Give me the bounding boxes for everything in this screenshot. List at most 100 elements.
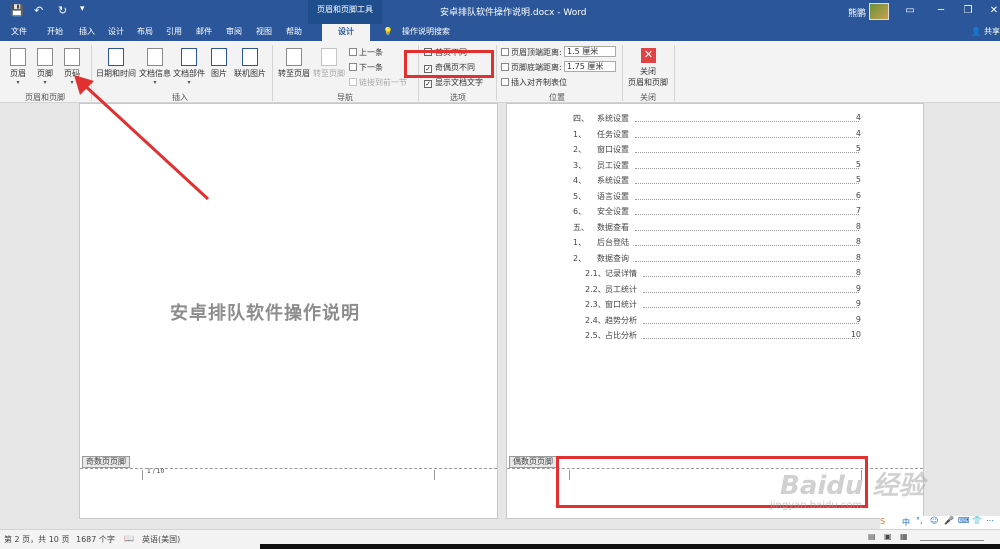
tab-home[interactable]: 开始: [38, 24, 72, 41]
calendar-icon: [108, 48, 124, 66]
settings-grid-icon[interactable]: ⋯: [986, 516, 994, 525]
toc-entry[interactable]: 5、 语言设置 6: [507, 191, 925, 206]
close-header-footer-button[interactable]: 关闭 页眉和页脚: [625, 66, 671, 88]
toc-entry[interactable]: 6、 安全设置 7: [507, 206, 925, 221]
toc-entry[interactable]: 1、 后台登陆 8: [507, 237, 925, 252]
odd-footer-tag: 奇数页页脚: [82, 456, 130, 468]
web-layout-icon[interactable]: ▦: [900, 532, 908, 541]
close-icon[interactable]: ✕: [986, 3, 1000, 19]
tab-review[interactable]: 审阅: [220, 24, 248, 41]
save-icon[interactable]: 💾: [10, 4, 24, 17]
footer-button[interactable]: 页脚 ▾: [33, 48, 57, 86]
toc-entry[interactable]: 2、 窗口设置 5: [507, 144, 925, 159]
toc-title: 数据查看: [597, 222, 629, 232]
footer-bottom-distance-input[interactable]: 1.75 厘米: [564, 61, 616, 72]
toc-title: 员工设置: [597, 160, 629, 170]
show-document-text-checkbox[interactable]: ✓ 显示文档文字: [424, 77, 483, 88]
tab-insert[interactable]: 插入: [72, 24, 102, 41]
read-mode-icon[interactable]: ▤: [868, 532, 876, 541]
group-label-options: 选项: [450, 93, 466, 102]
toc-entry[interactable]: 2.5、 占比分析 10: [507, 330, 925, 345]
restore-icon[interactable]: ❐: [960, 3, 976, 19]
tab-references[interactable]: 引用: [160, 24, 188, 41]
group-label-position: 位置: [549, 93, 565, 102]
goto-footer-button[interactable]: 转至页脚: [311, 48, 347, 79]
toc-title: 安全设置: [597, 207, 629, 216]
avatar[interactable]: [869, 3, 889, 20]
undo-icon[interactable]: ↶: [34, 4, 43, 17]
tab-file[interactable]: 文件: [2, 24, 36, 41]
toc-title: 数据查询: [597, 253, 629, 263]
tab-view[interactable]: 视图: [250, 24, 278, 41]
toc-entry[interactable]: 2.3、 窗口统计 9: [507, 299, 925, 314]
toc-entry[interactable]: 1、 任务设置 4: [507, 129, 925, 144]
online-picture-button[interactable]: 联机图片: [232, 48, 268, 79]
toc-page-number: 4: [855, 128, 861, 138]
page-number-icon: [64, 48, 80, 66]
toc-entry[interactable]: 五、 数据查看 8: [507, 222, 925, 237]
toc-page-number: 9: [855, 299, 861, 308]
redo-icon[interactable]: ↻: [58, 4, 67, 17]
ime-mode[interactable]: 中: [902, 517, 910, 528]
toc-entry[interactable]: 2、 数据查询 8: [507, 253, 925, 268]
goto-header-button[interactable]: 转至页眉: [276, 48, 312, 79]
toc-entry[interactable]: 四、 系统设置 4: [507, 113, 925, 128]
tab-mailings[interactable]: 邮件: [190, 24, 218, 41]
toc-entry[interactable]: 4、 系统设置 5: [507, 175, 925, 190]
toc-page-number: 5: [855, 144, 861, 153]
toc-entry[interactable]: 2.2、 员工统计 9: [507, 284, 925, 299]
next-button[interactable]: 下一条: [349, 62, 383, 73]
divider: [622, 45, 623, 101]
emoji-icon[interactable]: ☺: [930, 516, 938, 525]
language-indicator[interactable]: 英语(美国): [142, 534, 180, 545]
link-previous-button[interactable]: 链接到前一节: [349, 77, 407, 88]
close-x-icon[interactable]: ✕: [641, 48, 656, 63]
ribbon-display-icon[interactable]: ▭: [902, 3, 918, 19]
header-button[interactable]: 页眉 ▾: [6, 48, 30, 86]
customize-icon[interactable]: ▾: [80, 4, 85, 14]
tab-help[interactable]: 帮助: [280, 24, 308, 41]
toc-number: 4、: [573, 176, 587, 185]
divider: [496, 45, 497, 101]
toc-page-number: 9: [855, 314, 861, 324]
toc-leader: [643, 338, 859, 339]
document-title: 安卓排队软件操作说明.docx - Word: [440, 8, 587, 18]
toc-page-number: 5: [855, 159, 861, 169]
microphone-icon[interactable]: 🎤: [944, 516, 954, 525]
toc-number: 四、: [573, 114, 589, 123]
tab-design[interactable]: 设计: [102, 24, 130, 41]
page-count[interactable]: 第 2 页，共 10 页: [4, 534, 69, 545]
zoom-slider[interactable]: [920, 540, 984, 541]
toc-number: 1、: [573, 129, 587, 139]
proofing-icon[interactable]: 📖: [124, 534, 134, 543]
arrow-shaft: [80, 81, 210, 201]
minimize-icon[interactable]: ─: [933, 3, 949, 19]
even-footer-tag: 偶数页页脚: [509, 456, 557, 468]
word-count[interactable]: 1687 个字: [76, 534, 115, 545]
toc-number: 2.4、: [585, 315, 606, 325]
share-icon[interactable]: 👤: [970, 24, 982, 41]
toc-entry[interactable]: 2.1、 记录详情 8: [507, 268, 925, 283]
ime-toolbar[interactable]: S 中 °, ☺ 🎤 ⌨ 👕 ⋯: [880, 516, 1000, 529]
insert-alignment-tab-button[interactable]: 插入对齐制表位: [501, 77, 567, 88]
user-name[interactable]: 熊鹏: [848, 6, 866, 19]
toc-entry[interactable]: 2.4、 趋势分析 9: [507, 315, 925, 330]
user-icon[interactable]: 👕: [972, 516, 982, 525]
divider: [674, 45, 675, 101]
tell-me-search[interactable]: 操作说明搜索: [396, 24, 456, 41]
tab-hf-design[interactable]: 设计: [322, 24, 370, 41]
print-layout-icon[interactable]: ▣: [884, 532, 892, 541]
previous-button[interactable]: 上一条: [349, 47, 383, 58]
punctuation-icon[interactable]: °,: [916, 516, 923, 525]
page-number-field[interactable]: 1 / 10: [147, 468, 164, 475]
toc-entry[interactable]: 3、 员工设置 5: [507, 160, 925, 175]
tab-layout[interactable]: 布局: [131, 24, 159, 41]
document-info-icon: [147, 48, 163, 66]
toc-page-number: 8: [855, 221, 861, 231]
keyboard-icon[interactable]: ⌨: [958, 516, 970, 525]
header-top-distance-input[interactable]: 1.5 厘米: [564, 46, 616, 57]
toc-leader: [635, 260, 859, 262]
share-button[interactable]: 共享: [982, 24, 1000, 41]
highlight-odd-even-option: [404, 50, 494, 78]
footer-bottom-distance-label: 页脚底端距离:: [501, 62, 562, 73]
